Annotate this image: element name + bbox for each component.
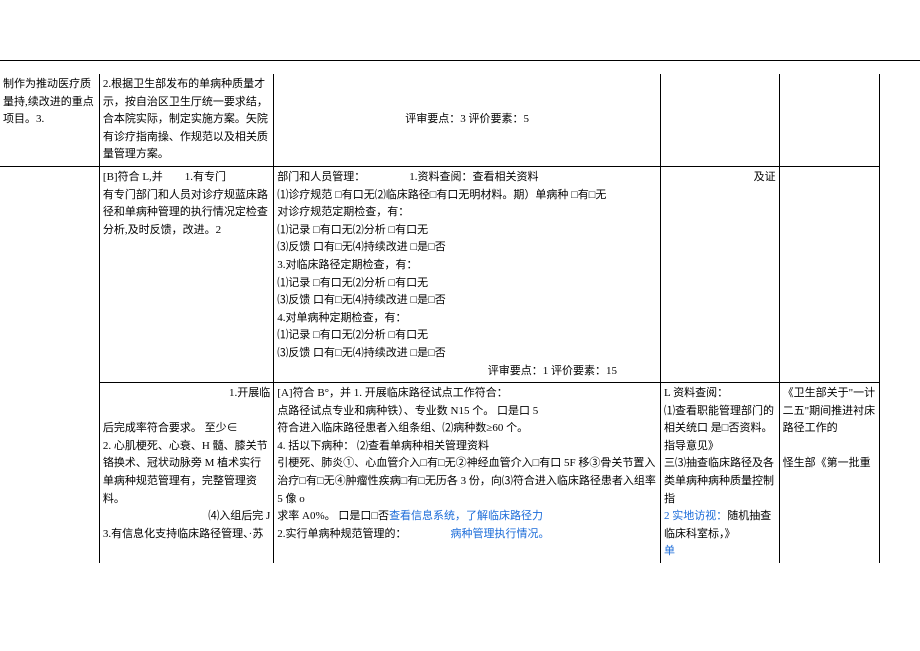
text: 有专门部门和人员对诊疗规蓝床路径和单病种管理的执行情况定检查分析,及时反馈，改进… — [103, 189, 268, 236]
text: 三⑶抽查临床路径及各类单病种病种质量控制指 — [664, 457, 774, 504]
text: ⑴记录 □有口无⑵分析 □有口无 — [277, 329, 428, 341]
text: 1.资料查阅：查看相关资料 — [409, 171, 538, 183]
text: 1.有专门 — [185, 171, 226, 183]
cell-r2c5 — [779, 166, 879, 382]
text: ⑴诊疗规范 □有口无⑵临床路径□有口无明材料。期）单病种 □有□无 — [277, 189, 606, 201]
cell-r2c1 — [0, 166, 99, 382]
text: 3.对临床路径定期检查，有： — [277, 259, 417, 271]
text: ⑶反馈 口有□无⑷持续改进 □是□否 — [277, 241, 445, 253]
text-highlight: 2 实地访视： — [664, 510, 727, 522]
table-row: [B]符合 L,并 1.有专门 有专门部门和人员对诊疗规蓝床路径和单病种管理的执… — [0, 166, 880, 382]
cell-r3c5: 《卫生部关于"一计二五"期间推进衬床路径工作的 怪生部《第一批重 — [779, 383, 879, 563]
text: 符合进入临床路径患者入组条组、⑵病种数≥60 个。 — [277, 422, 528, 434]
text-highlight: 查看信息系统，了解临床路径力 — [389, 510, 543, 522]
cell-r3c2: 1.开展临 后完成率符合要求。 至少∈ 2. 心肌梗死、心衰、H 髓、膝关节铬换… — [99, 383, 273, 563]
text: 指导意见》 — [664, 440, 719, 452]
text-highlight: 病种管理执行情况。 — [451, 528, 550, 540]
text: ⑴查看职能管理部门的相关统口 是□否资料。 — [664, 405, 774, 435]
text: 对诊疗规范定期检查，有： — [277, 206, 409, 218]
text: ⑶反馈 口有□无⑷持续改进 □是□否 — [277, 294, 445, 306]
text: 怪生部《第一批重 — [783, 457, 871, 469]
text: 求率 A0%。 口是口□否 — [277, 510, 389, 522]
text: 引梗死、肺炎①、心血管介入□有□无②神经血管介入□有口 5F 移③骨关节置入治疗… — [277, 457, 656, 504]
cell-r1c5 — [779, 74, 879, 166]
text: L 资料查阅： — [664, 387, 728, 399]
text: 4. 括以下病种： ⑵查看单病种相关管理资料 — [277, 440, 489, 452]
table-row: 制作为推动医疗质量持,续改进的重点项目。3. 2.根据卫生部发布的单病种质量才示… — [0, 74, 880, 166]
cell-r2c2: [B]符合 L,并 1.有专门 有专门部门和人员对诊疗规蓝床路径和单病种管理的执… — [99, 166, 273, 382]
cell-r1c2: 2.根据卫生部发布的单病种质量才示，按自治区卫生厅统一要求结，合本院实际，制定实… — [99, 74, 273, 166]
text: ⑶反馈 口有□无⑷持续改进 □是□否 — [277, 347, 445, 359]
text: 1.开展临 — [229, 387, 270, 399]
text: ⑴记录 □有口无⑵分析 □有口无 — [277, 277, 428, 289]
cell-r2c3: 部门和人员管理： 1.资料查阅：查看相关资料 ⑴诊疗规范 □有口无⑵临床路径□有… — [274, 166, 661, 382]
text: ⑴记录 □有口无⑵分析 □有口无 — [277, 224, 428, 236]
cell-r3c3: [A]符合 B°，并 1. 开展临床路径试点工作符合： 点路径试点专业和病种铁）… — [274, 383, 661, 563]
text: 4.对单病种定期检查，有： — [277, 312, 406, 324]
text: 《卫生部关于"一计二五"期间推进衬床路径工作的 — [783, 387, 876, 434]
text: 部门和人员管理： — [277, 171, 365, 183]
cell-r2c4: 及证 — [661, 166, 780, 382]
cell-r1c1: 制作为推动医疗质量持,续改进的重点项目。3. — [0, 74, 99, 166]
text: ⑷入组后完 J — [208, 510, 270, 522]
text: 2.实行单病种规范管理的： — [277, 528, 406, 540]
cell-r1c3: 评审要点：3 评价要素：5 — [274, 74, 661, 166]
table-row: 1.开展临 后完成率符合要求。 至少∈ 2. 心肌梗死、心衰、H 髓、膝关节铬换… — [0, 383, 880, 563]
text: [B]符合 L,并 — [103, 171, 163, 183]
cell-r1c4 — [661, 74, 780, 166]
text: 点路径试点专业和病种铁）、专业数 N15 个。 口是口 5 — [277, 405, 538, 417]
text: 2. 心肌梗死、心衰、H 髓、膝关节铬换术、冠状动脉旁 M 植术实行单病种规范管… — [103, 440, 268, 505]
text: 后完成率符合要求。 至少∈ — [103, 422, 238, 434]
text: 评审要点：1 评价要素：15 — [488, 365, 617, 377]
text: 3.有信息化支持临床路径管理、·苏 — [103, 528, 263, 540]
cell-r3c1 — [0, 383, 99, 563]
text: [A]符合 B°，并 1. 开展临床路径试点工作符合： — [277, 387, 508, 399]
text-highlight: 单 — [664, 545, 675, 557]
cell-r3c4: L 资料查阅： ⑴查看职能管理部门的相关统口 是□否资料。 指导意见》 三⑶抽查… — [661, 383, 780, 563]
